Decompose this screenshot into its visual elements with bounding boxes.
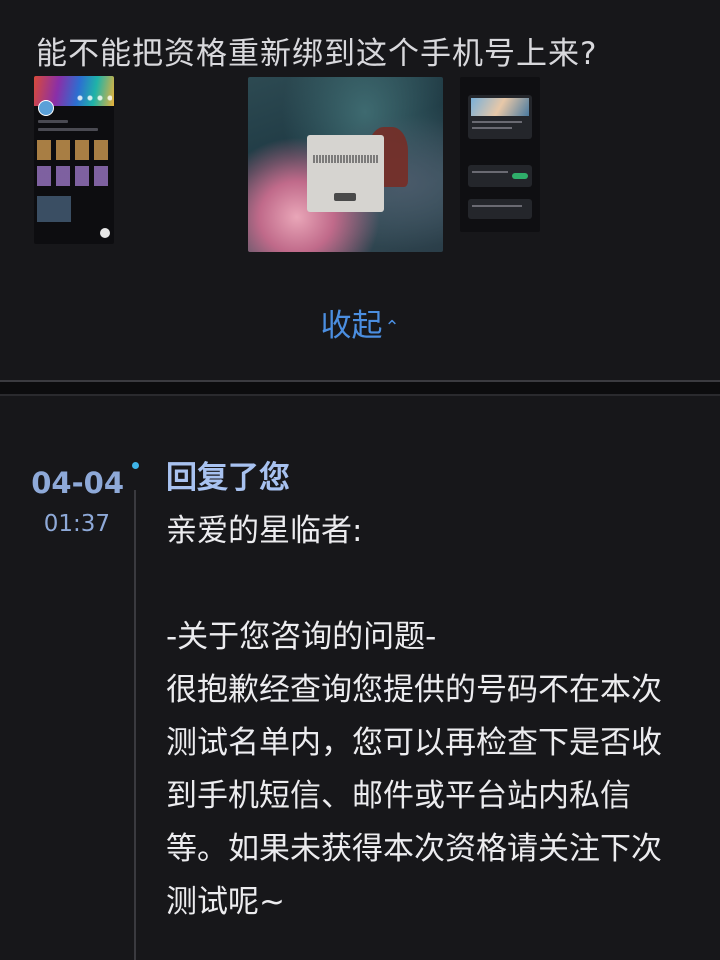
avatar (38, 100, 54, 116)
text-line (472, 127, 512, 129)
game-dialog (307, 135, 384, 212)
badge-icons (76, 94, 112, 102)
reply-body: 亲爱的星临者: -关于您咨询的问题- 很抱歉经查询您提供的号码不在本次测试名单内，您… (166, 505, 686, 929)
content-tile (37, 196, 71, 222)
reply-title: 回复了您 (166, 460, 290, 496)
reply-greeting: 亲爱的星临者: (166, 513, 363, 549)
question-text: 能不能把资格重新绑到这个手机号上来? (36, 36, 598, 72)
reply-section-title: -关于您咨询的问题- (166, 619, 437, 655)
collapse-label: 收起 (320, 308, 383, 344)
timeline-line (134, 490, 136, 960)
text-line (472, 205, 522, 207)
text-line (38, 120, 68, 123)
reply-date: 04-04 (31, 466, 124, 500)
attachment-thumbnail-1[interactable] (34, 76, 114, 244)
text-line (472, 121, 522, 123)
chat-button (512, 173, 528, 179)
collapse-button[interactable]: 收起 ⌃ (0, 300, 720, 345)
attachment-thumbnail-2[interactable] (248, 77, 443, 252)
dialog-text (313, 155, 378, 163)
text-line (38, 128, 98, 131)
reply-time: 01:37 (43, 511, 110, 537)
chat-card (468, 165, 532, 187)
game-grid (37, 140, 111, 160)
timeline-dot-icon (132, 462, 139, 469)
section-divider (0, 380, 720, 396)
chevron-up-icon: ⌃ (384, 317, 400, 338)
game-grid (37, 166, 111, 186)
dialog-button (334, 193, 356, 201)
text-line (472, 171, 508, 173)
chat-card (468, 95, 532, 139)
reply-message: 很抱歉经查询您提供的号码不在本次测试名单内，您可以再检查下是否收到手机短信、邮件… (166, 672, 662, 920)
attachment-thumbnail-3[interactable] (460, 77, 540, 232)
floating-button-icon (100, 228, 110, 238)
card-image (471, 98, 529, 116)
chat-card (468, 199, 532, 219)
